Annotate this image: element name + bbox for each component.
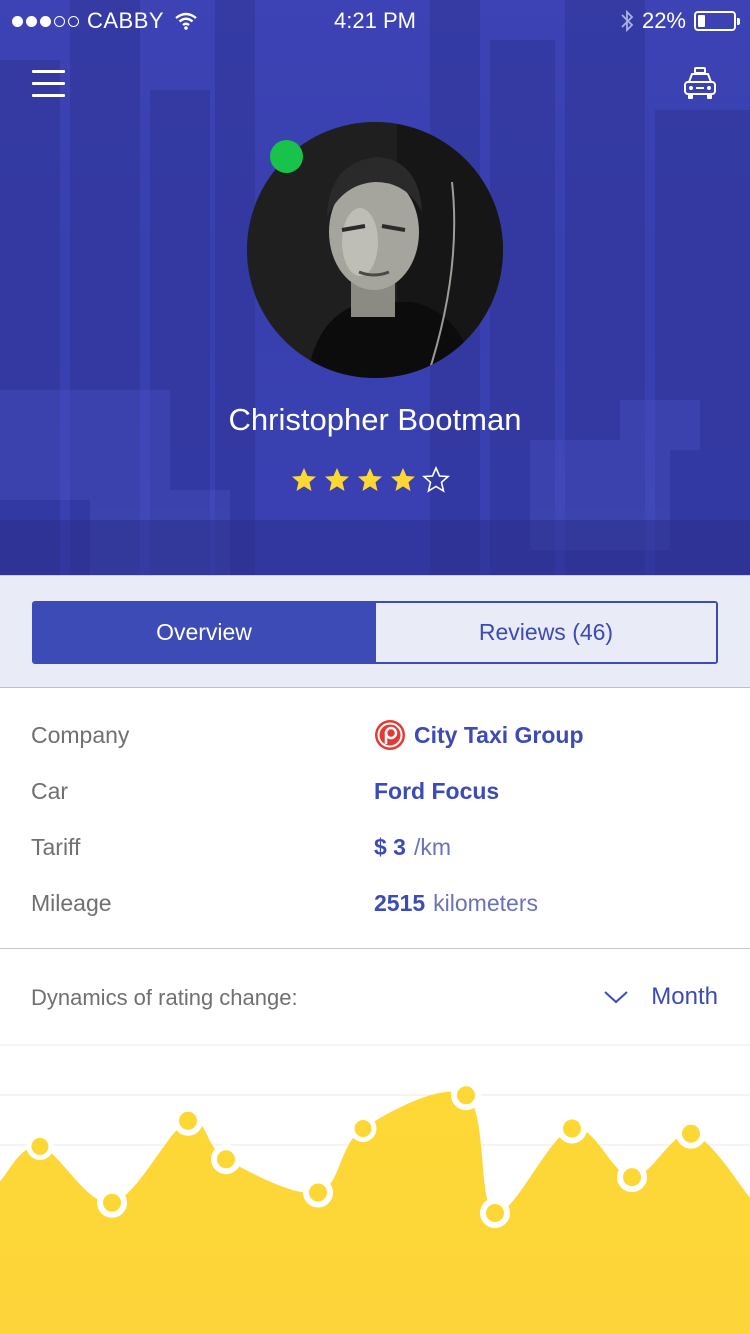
detail-row-tariff: Tariff $ 3 /km — [0, 827, 750, 867]
battery-icon — [694, 11, 740, 31]
avatar-container — [247, 122, 503, 378]
chart-point[interactable] — [451, 1080, 481, 1111]
tabs-band: Overview Reviews (46) — [0, 575, 750, 688]
mileage-unit: kilometers — [433, 889, 538, 916]
company-label: Company — [31, 721, 130, 748]
chart-point[interactable] — [26, 1132, 54, 1160]
company-logo-icon — [375, 720, 405, 750]
menu-button[interactable] — [32, 70, 65, 100]
tariff-unit: /km — [413, 833, 452, 860]
detail-row-mileage: Mileage 2515 kilometers — [0, 883, 750, 923]
status-right: 22% — [620, 8, 740, 34]
chart-point[interactable] — [349, 1114, 377, 1142]
battery-percent: 22% — [641, 8, 686, 33]
detail-row-company: Company City Taxi Group — [0, 715, 750, 755]
tab-reviews[interactable]: Reviews (46) — [374, 603, 716, 662]
mileage-value: 2515 kilometers — [374, 890, 538, 917]
chart-point[interactable] — [173, 1105, 203, 1136]
bluetooth-icon — [621, 9, 634, 33]
star-filled-icon — [325, 468, 349, 491]
battery-level — [698, 15, 706, 27]
mileage-amount: 2515 — [374, 889, 426, 916]
tariff-value: $ 3 /km — [374, 834, 451, 861]
chart-point[interactable] — [617, 1162, 647, 1193]
company-value[interactable]: City Taxi Group — [374, 719, 584, 751]
star-filled-icon — [292, 468, 316, 491]
online-status-indicator — [270, 140, 303, 173]
detail-row-car: Car Ford Focus — [0, 771, 750, 811]
chart-point[interactable] — [480, 1197, 510, 1228]
rating-chart — [0, 1044, 750, 1334]
driver-details: Company City Taxi Group Car Ford Focus T… — [0, 689, 750, 949]
star-filled-icon — [391, 468, 415, 491]
chart-point[interactable] — [303, 1177, 333, 1208]
profile-tabs: Overview Reviews (46) — [32, 601, 718, 664]
car-value: Ford Focus — [374, 777, 500, 804]
chart-point[interactable] — [676, 1118, 706, 1149]
star-empty-icon — [422, 466, 450, 493]
driver-name: Christopher Bootman — [228, 402, 522, 437]
hamburger-menu-icon — [32, 70, 65, 73]
chart-point[interactable] — [557, 1113, 587, 1144]
mileage-label: Mileage — [31, 889, 112, 916]
company-name: City Taxi Group — [414, 721, 584, 748]
tariff-label: Tariff — [31, 833, 81, 860]
chart-point[interactable] — [97, 1187, 127, 1218]
tab-overview[interactable]: Overview — [34, 603, 374, 662]
star-filled-icon — [358, 468, 382, 491]
chart-point[interactable] — [211, 1144, 241, 1175]
profile-header: CABBY 4:21 PM 22% Christopher Bootman — [0, 0, 750, 575]
status-bar: CABBY 4:21 PM 22% — [0, 0, 750, 40]
tariff-amount: $ 3 — [374, 833, 406, 860]
rating-stars — [290, 466, 450, 494]
car-label: Car — [31, 777, 69, 804]
taxi-icon[interactable] — [682, 66, 718, 102]
